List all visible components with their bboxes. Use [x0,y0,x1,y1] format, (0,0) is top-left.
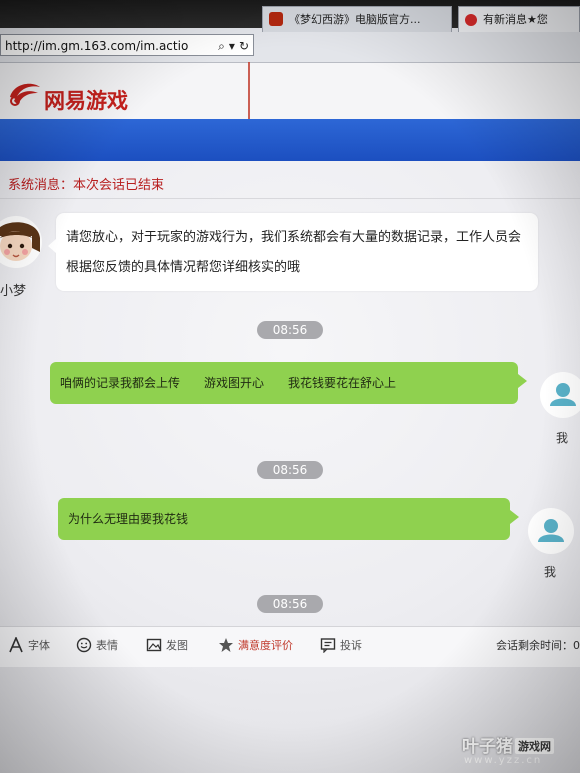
screen: http://im.gm.163.com/im.actio ⌕ ▾ ↻ 《梦幻西游》… [0,0,580,773]
system-message-text: 本次会话已结束 [73,178,165,193]
smiley-icon [76,637,92,653]
rate-button[interactable]: 满意度评价 [218,637,293,657]
my-label: 我 [556,431,569,445]
tab-label: 《梦幻西游》电脑版官方... [289,13,421,26]
report-icon [320,638,336,654]
netease-logo-icon [10,83,40,106]
browser-toolbar: http://im.gm.163.com/im.actio ⌕ ▾ ↻ [0,28,580,63]
message-segment: 为什么无理由要我花钱 [68,512,189,526]
font-button[interactable]: 字体 [8,635,50,657]
complain-label: 投诉 [340,639,362,652]
user-icon [538,519,564,542]
tab-label: 有新消息★您 [483,13,548,26]
system-message-prefix: 系统消息： [8,178,74,193]
message-segment: 咱俩的记录我都会上传 [60,376,181,390]
site-logo-text: 网易游戏 [44,89,128,113]
watermark: 叶子猪 游戏网 www.yzz.cn [462,728,580,773]
watermark-badge: 游戏网 [515,738,554,754]
agent-name: 小梦 [0,284,27,299]
timestamp-badge: 08:56 [257,461,323,479]
watermark-text: 叶子猪 游戏网 [462,732,554,757]
search-icon[interactable]: ⌕ [218,39,225,53]
image-icon [146,638,162,652]
address-url[interactable]: http://im.gm.163.com/im.actio [5,35,201,55]
complain-button[interactable]: 投诉 [320,637,362,657]
agent-message-text: 请您放心，对于玩家的游戏行为，我们系统都会有大量的数据记录，工作人员会根据您反馈… [66,230,522,275]
message-segment: 游戏图开心 [204,376,265,390]
my-label: 我 [544,565,557,579]
watermark-url: www.yzz.cn [464,755,543,766]
timestamp-badge: 08:56 [257,595,323,613]
address-bar[interactable]: http://im.gm.163.com/im.actio ⌕ ▾ ↻ [0,34,254,56]
emoji-button[interactable]: 表情 [76,637,118,657]
message-segment: 我花钱要花在舒心上 [288,376,397,390]
chat-toolbar: 字体 表情 发图 满意度评价 投诉 会话剩余时间：0 [0,626,580,667]
agent-avatar[interactable] [0,208,42,272]
system-message: 系统消息：本次会话已结束 [0,176,164,196]
dropdown-icon[interactable]: ▾ [229,39,235,53]
my-message-bubble: 为什么无理由要我花钱 [58,498,519,540]
my-avatar[interactable] [540,372,580,418]
my-message-bubble: 咱俩的记录我都会上传 游戏图开心 我花钱要花在舒心上 [50,362,527,404]
site-header: 网易游戏 [0,63,580,119]
divider [0,198,580,199]
my-avatar[interactable] [528,508,574,554]
user-icon [550,383,576,406]
game-favicon-icon [269,12,283,26]
font-icon [9,635,23,653]
font-label: 字体 [28,639,50,652]
image-label: 发图 [166,639,188,652]
tab-game-site[interactable]: 《梦幻西游》电脑版官方... [262,6,452,32]
send-image-button[interactable]: 发图 [146,637,188,657]
timestamp-badge: 08:56 [257,321,323,339]
tab-new-message[interactable]: 有新消息★您 [458,6,580,32]
rate-label: 满意度评价 [238,639,293,652]
emoji-label: 表情 [96,639,118,652]
netease-favicon-icon [465,14,477,26]
agent-message-bubble: 请您放心，对于玩家的游戏行为，我们系统都会有大量的数据记录，工作人员会根据您反馈… [48,213,538,291]
refresh-icon[interactable]: ↻ [239,39,249,53]
remaining-time: 会话剩余时间：0 [496,639,580,652]
star-icon [219,638,233,652]
header-band [0,119,580,161]
